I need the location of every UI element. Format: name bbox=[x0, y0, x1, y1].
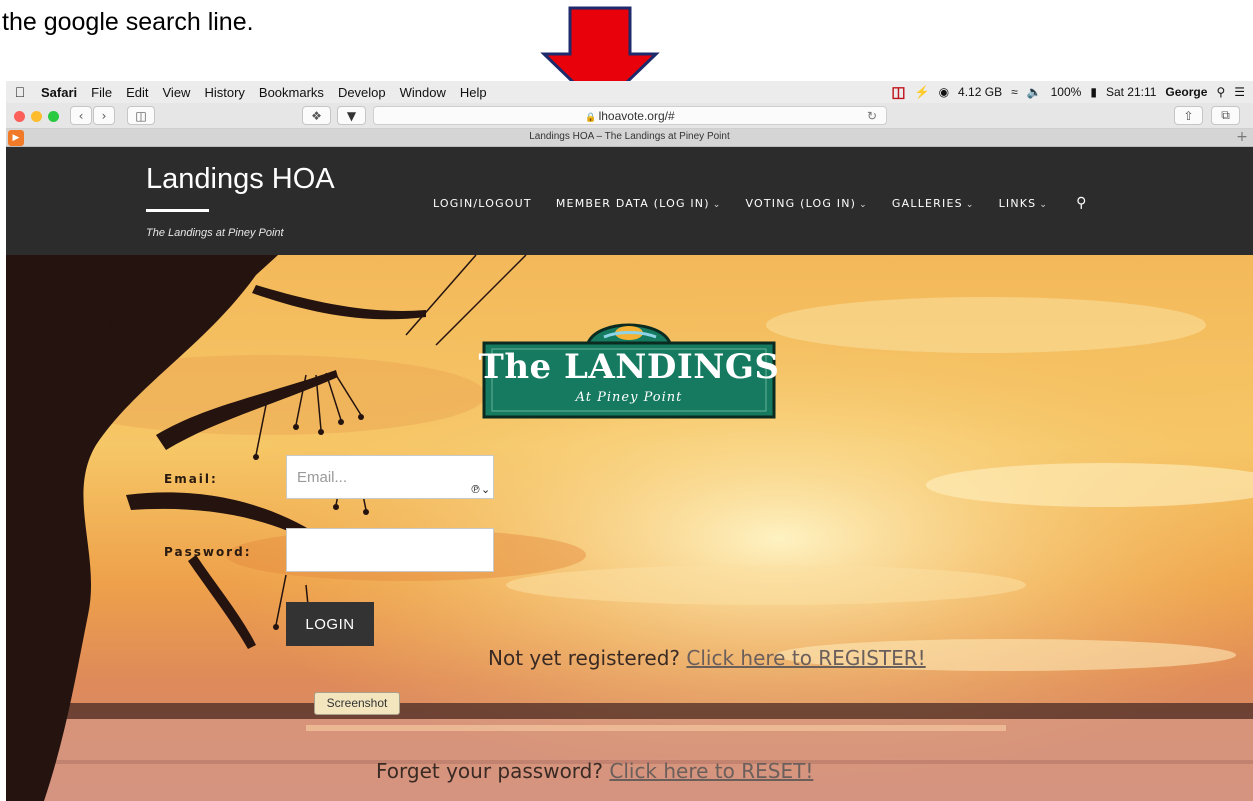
password-label: Password: bbox=[164, 545, 252, 559]
share-button[interactable]: ⇧ bbox=[1174, 106, 1203, 125]
lock-icon: 🔒 bbox=[585, 112, 597, 122]
logo-title: The LANDINGS bbox=[478, 347, 780, 387]
zoom-window-button[interactable] bbox=[48, 111, 59, 122]
reload-icon[interactable]: ↻ bbox=[867, 107, 877, 125]
mcafee-icon[interactable]: ◫ bbox=[891, 83, 905, 101]
main-navigation: LOGIN/LOGOUT MEMBER DATA (LOG IN) ⌄ VOTIN… bbox=[433, 195, 1088, 211]
wifi-icon[interactable]: ≈ bbox=[1011, 85, 1018, 99]
password-manager-key-icon[interactable]: ℗⌄ bbox=[470, 483, 490, 496]
register-link[interactable]: Click here to REGISTER! bbox=[686, 646, 925, 670]
macos-menubar:  Safari File Edit View History Bookmark… bbox=[6, 81, 1253, 103]
battery-percent[interactable]: 100% bbox=[1051, 85, 1082, 99]
battery-icon[interactable]: ▮ bbox=[1090, 85, 1097, 99]
logo-subtitle: At Piney Point bbox=[575, 390, 683, 405]
tab-bar: ▶ Landings HOA – The Landings at Piney P… bbox=[6, 129, 1253, 147]
menu-app-name[interactable]: Safari bbox=[34, 85, 84, 100]
site-header: Landings HOA The Landings at Piney Point… bbox=[6, 147, 1253, 255]
chevron-down-icon: ⌄ bbox=[712, 199, 722, 210]
extension-button[interactable]: ❖ bbox=[302, 106, 331, 125]
screenshot-window:  Safari File Edit View History Bookmark… bbox=[6, 81, 1253, 801]
menu-bookmarks[interactable]: Bookmarks bbox=[252, 85, 331, 100]
nav-label: LOGIN/LOGOUT bbox=[433, 196, 532, 210]
reset-message: Forget your password? Click here to RESE… bbox=[376, 759, 813, 783]
volume-icon[interactable]: 🔈 bbox=[1027, 85, 1042, 99]
login-button[interactable]: LOGIN bbox=[286, 602, 374, 646]
menu-view[interactable]: View bbox=[156, 85, 198, 100]
back-button[interactable]: ‹ bbox=[70, 106, 92, 125]
nav-links[interactable]: LINKS ⌄ bbox=[999, 197, 1049, 210]
chevron-down-icon: ⌄ bbox=[1039, 199, 1049, 210]
minimize-window-button[interactable] bbox=[31, 111, 42, 122]
clock[interactable]: Sat 21:11 bbox=[1106, 85, 1156, 99]
user-name[interactable]: George bbox=[1165, 85, 1207, 99]
memory-icon[interactable]: ◉ bbox=[939, 85, 949, 99]
menu-edit[interactable]: Edit bbox=[119, 85, 155, 100]
nav-label: GALLERIES bbox=[891, 196, 963, 210]
title-underline bbox=[146, 209, 209, 212]
menu-file[interactable]: File bbox=[84, 85, 119, 100]
site-tagline: The Landings at Piney Point bbox=[146, 227, 284, 239]
email-label: Email: bbox=[164, 472, 218, 486]
chevron-down-icon: ⌄ bbox=[859, 199, 868, 210]
tabs-overview-button[interactable]: ⧉ bbox=[1211, 106, 1240, 125]
mcafee-extension-button[interactable]: ▼ bbox=[337, 106, 366, 125]
notification-center-icon[interactable]: ☰ bbox=[1234, 85, 1245, 99]
reset-link[interactable]: Click here to RESET! bbox=[609, 759, 813, 783]
nav-login-logout[interactable]: LOGIN/LOGOUT bbox=[433, 197, 532, 210]
memory-readout[interactable]: 4.12 GB bbox=[958, 85, 1002, 99]
menu-help[interactable]: Help bbox=[453, 85, 494, 100]
menubar-status-area: ◫ ⚡ ◉ 4.12 GB ≈ 🔈 100% ▮ Sat 21:11 Georg… bbox=[891, 81, 1253, 103]
forward-button[interactable]: › bbox=[93, 106, 115, 125]
nav-label: MEMBER DATA (LOG IN) bbox=[555, 196, 710, 210]
landings-logo: The LANDINGS At Piney Point bbox=[478, 313, 780, 425]
active-tab[interactable]: Landings HOA – The Landings at Piney Poi… bbox=[6, 131, 1253, 142]
nav-voting[interactable]: VOTING (LOG IN) ⌄ bbox=[745, 197, 867, 210]
annotation-caption: the google search line. bbox=[2, 8, 254, 36]
url-text: lhoavote.org/# bbox=[598, 109, 675, 123]
hero-section: The LANDINGS At Piney Point Email: ℗⌄ Pa… bbox=[6, 255, 1253, 801]
apple-icon[interactable]:  bbox=[6, 84, 34, 100]
reset-text: Forget your password? bbox=[376, 759, 603, 783]
spotlight-search-icon[interactable]: ⚲ bbox=[1216, 85, 1225, 99]
menu-history[interactable]: History bbox=[197, 85, 251, 100]
sidebar-toggle-button[interactable]: ◫ bbox=[127, 106, 155, 125]
email-input[interactable] bbox=[286, 455, 494, 499]
nav-galleries[interactable]: GALLERIES ⌄ bbox=[892, 197, 975, 210]
menu-window[interactable]: Window bbox=[393, 85, 453, 100]
site-title[interactable]: Landings HOA bbox=[146, 163, 335, 196]
password-input[interactable] bbox=[286, 528, 494, 572]
screenshot-tooltip: Screenshot bbox=[314, 692, 400, 715]
new-tab-button[interactable]: + bbox=[1231, 129, 1253, 147]
chevron-down-icon: ⌄ bbox=[965, 199, 975, 210]
search-icon[interactable]: ⚲ bbox=[1076, 195, 1087, 211]
nav-label: VOTING (LOG IN) bbox=[745, 196, 857, 210]
register-message: Not yet registered? Click here to REGIST… bbox=[488, 646, 926, 670]
bolt-icon[interactable]: ⚡ bbox=[915, 85, 930, 99]
nav-member-data[interactable]: MEMBER DATA (LOG IN) ⌄ bbox=[556, 197, 722, 210]
close-window-button[interactable] bbox=[14, 111, 25, 122]
register-text: Not yet registered? bbox=[488, 646, 681, 670]
nav-label: LINKS bbox=[998, 196, 1037, 210]
address-bar[interactable]: 🔒 lhoavote.org/# ↻ bbox=[373, 106, 887, 125]
menu-develop[interactable]: Develop bbox=[331, 85, 393, 100]
safari-toolbar: ‹ › ◫ ❖ ▼ 🔒 lhoavote.org/# ↻ ⇧ ⧉ bbox=[6, 103, 1253, 129]
